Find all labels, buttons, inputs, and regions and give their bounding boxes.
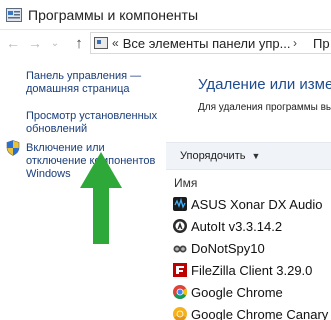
- organize-button[interactable]: Упорядочить ▼: [180, 150, 260, 162]
- chrome-icon: [172, 284, 188, 300]
- shield-icon: [6, 140, 20, 156]
- organize-label: Упорядочить: [180, 150, 246, 162]
- page-title: Удаление или изменен: [198, 76, 331, 93]
- program-name: DoNotSpy10: [191, 240, 265, 256]
- command-toolbar: Упорядочить ▼: [166, 142, 331, 170]
- window-title: Программы и компоненты: [28, 6, 199, 23]
- asus-audio-icon: [172, 196, 188, 212]
- back-arrow-icon[interactable]: ←: [4, 33, 22, 53]
- program-name: Google Chrome Canary: [191, 306, 329, 320]
- green-arrow-icon: [78, 150, 124, 246]
- breadcrumb-next[interactable]: Пр: [313, 36, 330, 51]
- breadcrumb-path[interactable]: Все элементы панели упр...: [123, 36, 291, 51]
- list-item[interactable]: DoNotSpy10: [172, 237, 331, 259]
- list-item[interactable]: AutoIt v3.3.14.2: [172, 215, 331, 237]
- program-name: FileZilla Client 3.29.0: [191, 262, 313, 278]
- forward-arrow-icon[interactable]: →: [26, 33, 44, 53]
- chevron-down-icon: ▼: [251, 151, 261, 161]
- breadcrumb-overflow[interactable]: «: [112, 36, 119, 50]
- page-description: Для удаления программы вы: [198, 102, 331, 113]
- chevron-down-icon[interactable]: ⌄: [46, 33, 64, 53]
- up-arrow-icon[interactable]: ↑: [70, 33, 88, 53]
- breadcrumb-chevron-icon[interactable]: ›: [293, 36, 297, 50]
- navigation-bar: ← → ⌄ ↑ « Все элементы панели упр... › П…: [0, 30, 331, 56]
- programs-and-features-icon: [6, 7, 22, 22]
- program-name: AutoIt v3.3.14.2: [191, 218, 283, 234]
- list-item[interactable]: FileZilla Client 3.29.0: [172, 259, 331, 281]
- program-name: ASUS Xonar DX Audio: [191, 196, 323, 212]
- donotspy-icon: [172, 240, 188, 256]
- list-item[interactable]: ASUS Xonar DX Audio: [172, 193, 331, 215]
- main-content: Удаление или изменен Для удаления програ…: [166, 56, 331, 320]
- programs-list: ASUS Xonar DX Audio AutoIt v3.3.14.2 DoN…: [172, 193, 331, 320]
- list-item[interactable]: Google Chrome: [172, 281, 331, 303]
- list-item[interactable]: Google Chrome Canary: [172, 303, 331, 320]
- filezilla-icon: [172, 262, 188, 278]
- column-header-name[interactable]: Имя: [174, 176, 197, 190]
- title-bar: Программы и компоненты: [0, 0, 331, 30]
- autoit-icon: [172, 218, 188, 234]
- control-panel-home-link[interactable]: Панель управления — домашняя страница: [26, 70, 161, 96]
- program-name: Google Chrome: [191, 284, 283, 300]
- control-panel-icon: [94, 37, 108, 49]
- address-bar[interactable]: « Все элементы панели упр... › Пр: [90, 32, 331, 54]
- chrome-canary-icon: [172, 306, 188, 320]
- view-installed-updates-link[interactable]: Просмотр установленных обновлений: [26, 110, 161, 136]
